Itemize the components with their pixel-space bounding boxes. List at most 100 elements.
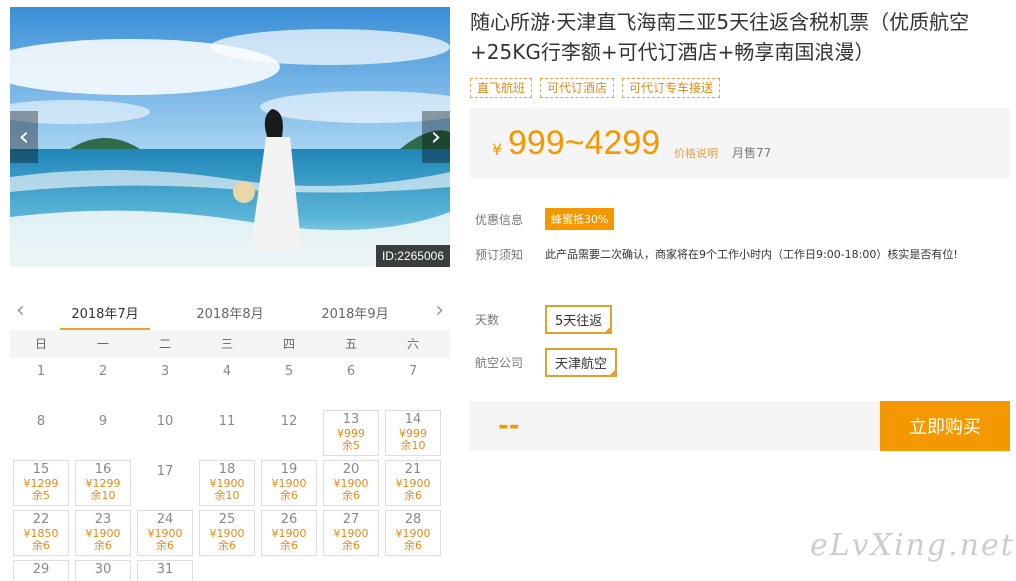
watermark: eLvXing.net [810, 528, 1015, 563]
calendar-day: 11 [196, 408, 258, 458]
price-panel: ¥ 999~4299 价格说明 月售77 [470, 108, 1010, 178]
hero-next-button[interactable]: › [422, 111, 450, 163]
calendar-day: 8 [10, 408, 72, 458]
calendar-day[interactable]: 28 ¥1900 余6 [382, 508, 444, 558]
day-number: 1 [36, 364, 46, 379]
product-tags: 直飞航班 可代订酒店 可代订专车接送 [470, 78, 721, 98]
tag-hotel: 可代订酒店 [540, 78, 615, 98]
calendar-day: 17 [134, 458, 196, 508]
calendar-day[interactable]: 19 ¥1900 余6 [258, 458, 320, 508]
tab-month-1[interactable]: 2018年7月 [60, 303, 150, 330]
calendar-day[interactable]: 27 ¥1900 余6 [320, 508, 382, 558]
day-number: 6 [346, 364, 356, 379]
airline-label: 航空公司 [475, 356, 524, 370]
day-cell-border [75, 460, 131, 506]
weekday-label: 五 [344, 337, 357, 351]
notice-label: 预订须知 [475, 248, 524, 262]
day-cell-border [137, 510, 193, 556]
price-note-link[interactable]: 价格说明 [674, 145, 718, 161]
weekday-label: 四 [282, 337, 295, 351]
weekday-label: 日 [34, 337, 47, 351]
calendar-day[interactable]: 26 ¥1900 余6 [258, 508, 320, 558]
day-cell-border [323, 510, 379, 556]
calendar-day: 7 [382, 358, 444, 408]
calendar-day: 5 [258, 358, 320, 408]
calendar-day: 12 [258, 408, 320, 458]
tab-month-2[interactable]: 2018年8月 [185, 303, 275, 322]
days-label: 天数 [475, 313, 500, 327]
calendar-day[interactable]: 14 ¥999 余10 [382, 408, 444, 458]
calendar-day[interactable]: 30 [72, 558, 134, 581]
day-number: 3 [160, 364, 170, 379]
days-option[interactable]: 5天往返 [545, 305, 613, 334]
notice-text: 此产品需要二次确认，商家将在9个工作小时内（工作日9:00-18:00）核实是否… [545, 248, 958, 261]
day-cell-border [385, 410, 441, 456]
calendar-day: 4 [196, 358, 258, 408]
calendar-day: 1 [10, 358, 72, 408]
calendar-day: 10 [134, 408, 196, 458]
calendar-grid: 1 2 3 4 5 6 7 8 9 10 11 12 13 ¥999 余5 14 ¥999 余10 15 ¥1299 余… [10, 358, 450, 581]
calendar-month-tabs: ‹ 2018年7月 2018年8月 2018年9月 › [10, 292, 450, 330]
day-cell-border [75, 510, 131, 556]
buy-now-button[interactable]: 立即购买 [880, 401, 1010, 451]
weekday-label: 一 [96, 337, 109, 351]
calendar-day[interactable]: 23 ¥1900 余6 [72, 508, 134, 558]
day-number: 10 [156, 414, 174, 429]
day-cell-border [199, 460, 255, 506]
calendar-day[interactable]: 29 [10, 558, 72, 581]
calendar-prev-button[interactable]: ‹ [16, 298, 25, 323]
image-id-badge: ID:2265006 [375, 245, 450, 267]
calendar-day[interactable]: 16 ¥1299 余10 [72, 458, 134, 508]
notice-row: 预订须知 此产品需要二次确认，商家将在9个工作小时内（工作日9:00-18:00… [475, 246, 958, 263]
total-price-bar: -- [470, 401, 880, 451]
monthly-sales: 月售77 [732, 146, 772, 160]
day-number: 11 [218, 414, 236, 429]
weekday-label: 二 [158, 337, 171, 351]
calendar-day[interactable]: 13 ¥999 余5 [320, 408, 382, 458]
airline-option[interactable]: 天津航空 [545, 348, 618, 377]
day-cell-border [323, 410, 379, 456]
day-number: 5 [284, 364, 294, 379]
day-number: 12 [280, 414, 298, 429]
calendar-day: 6 [320, 358, 382, 408]
tab-month-3[interactable]: 2018年9月 [310, 303, 400, 322]
day-cell-border [199, 510, 255, 556]
calendar-day[interactable]: 24 ¥1900 余6 [134, 508, 196, 558]
weekday-label: 三 [220, 337, 233, 351]
hero-prev-button[interactable]: ‹ [10, 111, 38, 163]
day-cell-border [385, 510, 441, 556]
calendar-day: 2 [72, 358, 134, 408]
chevron-left-icon: ‹ [18, 122, 30, 152]
tag-direct-flight: 直飞航班 [470, 78, 533, 98]
calendar-next-button[interactable]: › [435, 298, 444, 323]
day-cell-border [323, 460, 379, 506]
price-range: 999~4299 [508, 124, 661, 162]
calendar-day[interactable]: 22 ¥1850 余6 [10, 508, 72, 558]
total-price-placeholder: -- [498, 411, 520, 441]
day-number: 7 [408, 364, 418, 379]
calendar-day[interactable]: 25 ¥1900 余6 [196, 508, 258, 558]
calendar-day[interactable]: 15 ¥1299 余5 [10, 458, 72, 508]
calendar-day[interactable]: 20 ¥1900 余6 [320, 458, 382, 508]
day-number: 4 [222, 364, 232, 379]
day-cell-border [261, 460, 317, 506]
day-number: 17 [156, 464, 174, 479]
day-number: 2 [98, 364, 108, 379]
discount-row: 优惠信息 蜂蜜抵30% [475, 208, 615, 230]
currency-symbol: ¥ [492, 140, 503, 159]
hero-carousel: ‹ › ID:2265006 [10, 7, 450, 267]
calendar-day[interactable]: 21 ¥1900 余6 [382, 458, 444, 508]
calendar-day[interactable]: 31 [134, 558, 196, 581]
day-cell-border [13, 460, 69, 506]
day-cell-border [13, 510, 69, 556]
discount-label: 优惠信息 [475, 213, 524, 227]
product-title: 随心所游·天津直飞海南三亚5天往返含税机票（优质航空+25KG行李额+可代订酒店… [470, 10, 970, 64]
day-number: 9 [98, 414, 108, 429]
day-number: 8 [36, 414, 46, 429]
calendar-day: 3 [134, 358, 196, 408]
day-cell-border [13, 560, 69, 581]
calendar-weekday-header: 日 一 二 三 四 五 六 [10, 330, 450, 358]
day-cell-border [75, 560, 131, 581]
price-calendar: ‹ 2018年7月 2018年8月 2018年9月 › 日 一 二 三 四 五 … [10, 292, 450, 581]
calendar-day[interactable]: 18 ¥1900 余10 [196, 458, 258, 508]
